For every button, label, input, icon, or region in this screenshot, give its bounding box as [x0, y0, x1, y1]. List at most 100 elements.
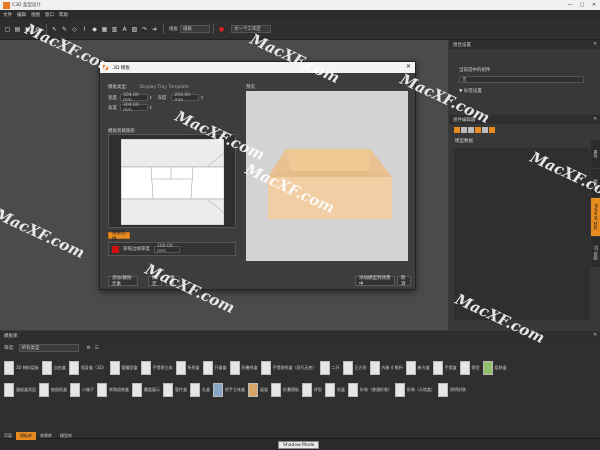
- library-item[interactable]: 3D 物料层板: [4, 360, 39, 376]
- paint-icon[interactable]: ◆: [90, 25, 99, 34]
- library-item[interactable]: 把手立体盒: [213, 382, 245, 398]
- material-label: 纸张: [169, 27, 178, 32]
- paper-thickness-input[interactable]: 100.00 mm: [154, 244, 180, 254]
- library-item[interactable]: 转角组装盒: [97, 382, 129, 398]
- side-tab-material[interactable]: Material 材质: [591, 198, 600, 236]
- template-thumb-icon: [260, 361, 271, 375]
- template-thumb-icon: [369, 361, 380, 375]
- layer-tool-icon[interactable]: [482, 127, 488, 133]
- height-spinner-icon[interactable]: ⇕: [149, 105, 152, 110]
- minimize-button[interactable]: —: [564, 0, 576, 10]
- library-title: 模板库: [4, 333, 18, 339]
- grid-icon[interactable]: ▦: [100, 25, 109, 34]
- library-item[interactable]: 礼盒: [190, 382, 210, 398]
- material-dropdown[interactable]: 纸板: [180, 25, 210, 33]
- paper-select-button[interactable]: 纸张选择: [108, 231, 130, 242]
- library-item[interactable]: 纸盒: [325, 382, 345, 398]
- template-thumb-icon: [213, 383, 223, 397]
- height-input[interactable]: 304.00 mm: [120, 103, 148, 113]
- box-back-panel: [286, 149, 370, 171]
- library-item-label: 小箱子: [82, 387, 94, 392]
- new-file-icon[interactable]: ▢: [3, 25, 12, 34]
- maximize-button[interactable]: ▢: [576, 0, 588, 10]
- cancel-button[interactable]: 取消: [397, 276, 411, 287]
- library-item[interactable]: 内嵌 4 格杯: [369, 360, 403, 376]
- open-file-icon[interactable]: ▤: [13, 25, 22, 34]
- box-icon[interactable]: ▥: [110, 25, 119, 34]
- library-item[interactable]: 抽屉纸盒: [39, 382, 67, 398]
- library-item[interactable]: 折装（天地盖）: [395, 382, 435, 398]
- library-item[interactable]: 杯型: [302, 382, 322, 398]
- text-tool-icon[interactable]: A: [120, 25, 129, 34]
- library-item[interactable]: 袋型: [459, 360, 480, 376]
- library-item[interactable]: 管件盒: [163, 382, 187, 398]
- forward-icon[interactable]: ➜: [150, 25, 159, 34]
- paper-color-swatch[interactable]: [112, 245, 119, 253]
- layer-tool-icon[interactable]: [489, 127, 495, 133]
- menu-edit[interactable]: 编辑: [17, 12, 26, 18]
- window-title: C3D 盒型设计: [12, 3, 41, 8]
- panel-close-icon[interactable]: ✕: [593, 42, 597, 47]
- layer-tool-icon[interactable]: [468, 127, 474, 133]
- library-item[interactable]: 折叠隔板: [271, 382, 299, 398]
- panel-close-icon[interactable]: ✕: [593, 117, 597, 122]
- settings-icon[interactable]: ⚙: [87, 346, 91, 351]
- library-item-label: 把手立体盒: [225, 387, 245, 392]
- workspace-dropdown[interactable]: 文一个工作区: [231, 25, 271, 33]
- library-item[interactable]: 小箱子: [70, 382, 94, 398]
- filter-dropdown[interactable]: 所有类型: [18, 344, 79, 352]
- tab-pages[interactable]: 页面: [0, 432, 16, 440]
- library-item[interactable]: 瓶身盒（3D）: [68, 360, 107, 376]
- menu-window[interactable]: 窗口: [45, 12, 54, 18]
- tab-effects-library[interactable]: 效果库: [36, 432, 56, 440]
- library-item[interactable]: 蛋糕盒双层: [4, 382, 36, 398]
- library-item[interactable]: 新方盒: [405, 360, 430, 376]
- record-icon[interactable]: ●: [217, 25, 226, 34]
- library-item[interactable]: 开窗盒: [202, 360, 227, 376]
- menu-view[interactable]: 视图: [31, 12, 40, 18]
- library-item[interactable]: 展架: [248, 382, 268, 398]
- shape-tool-icon[interactable]: ◇: [70, 25, 79, 34]
- menu-file[interactable]: 文件: [3, 12, 12, 18]
- library-item-label: 翻盖展示: [144, 387, 160, 392]
- add-remove-elements-button[interactable]: 添加/删除元素: [108, 276, 138, 287]
- library-item[interactable]: 手提袋立体: [140, 360, 173, 376]
- library-item[interactable]: 正方形: [342, 360, 367, 376]
- library-item[interactable]: 翻盖展示: [132, 382, 160, 398]
- pen-tool-icon[interactable]: ✎: [60, 25, 69, 34]
- close-window-button[interactable]: ✕: [588, 0, 600, 10]
- tab-model-library[interactable]: 模型库: [56, 432, 76, 440]
- library-item[interactable]: 手提盒: [432, 360, 457, 376]
- library-item[interactable]: 二开: [319, 360, 340, 376]
- menu-help[interactable]: 帮助: [59, 12, 68, 18]
- list-view-icon[interactable]: ☰: [95, 346, 99, 351]
- template-thumb-icon: [348, 383, 358, 397]
- brush-tool-icon[interactable]: ⌇: [80, 25, 89, 34]
- layer-tool-icon[interactable]: [461, 127, 467, 133]
- dialog-close-icon[interactable]: ✕: [406, 63, 411, 70]
- library-item[interactable]: 透明封装: [438, 382, 466, 398]
- redo-icon[interactable]: ↷: [140, 25, 149, 34]
- layer-tool-icon[interactable]: [454, 127, 460, 133]
- library-item[interactable]: 折装（普通折装）: [348, 382, 392, 398]
- props-sub-label[interactable]: ▼ 标签设置: [459, 88, 594, 94]
- library-item[interactable]: 折叠纸盒: [229, 360, 258, 376]
- depth-spinner-icon[interactable]: ⇕: [200, 95, 203, 100]
- depth-input[interactable]: 204.00 mm: [171, 93, 200, 103]
- library-item[interactable]: 手提袋纸盒（双孔无底）: [260, 360, 317, 376]
- tab-template-library[interactable]: 模板库: [16, 432, 36, 440]
- layer-tool-icon[interactable]: [475, 127, 481, 133]
- side-tab-props[interactable]: 属性: [591, 140, 600, 168]
- panel-close-icon[interactable]: ✕: [593, 333, 597, 338]
- width-input[interactable]: 304.00 mm: [120, 93, 148, 103]
- library-item[interactable]: 自由盒: [41, 360, 66, 376]
- props-selected-field[interactable]: 无: [459, 76, 584, 83]
- template-thumb-icon: [4, 383, 14, 397]
- add-to-scene-button[interactable]: 添加模型到场景中: [355, 276, 395, 287]
- image-icon[interactable]: ▨: [130, 25, 139, 34]
- library-item[interactable]: 折纸盒: [175, 360, 200, 376]
- library-item[interactable]: 管罐型盒: [109, 360, 138, 376]
- library-item[interactable]: 组装盒: [482, 360, 507, 376]
- width-spinner-icon[interactable]: ⇕: [149, 95, 152, 100]
- side-tab-3d[interactable]: 3D 视图: [591, 237, 600, 267]
